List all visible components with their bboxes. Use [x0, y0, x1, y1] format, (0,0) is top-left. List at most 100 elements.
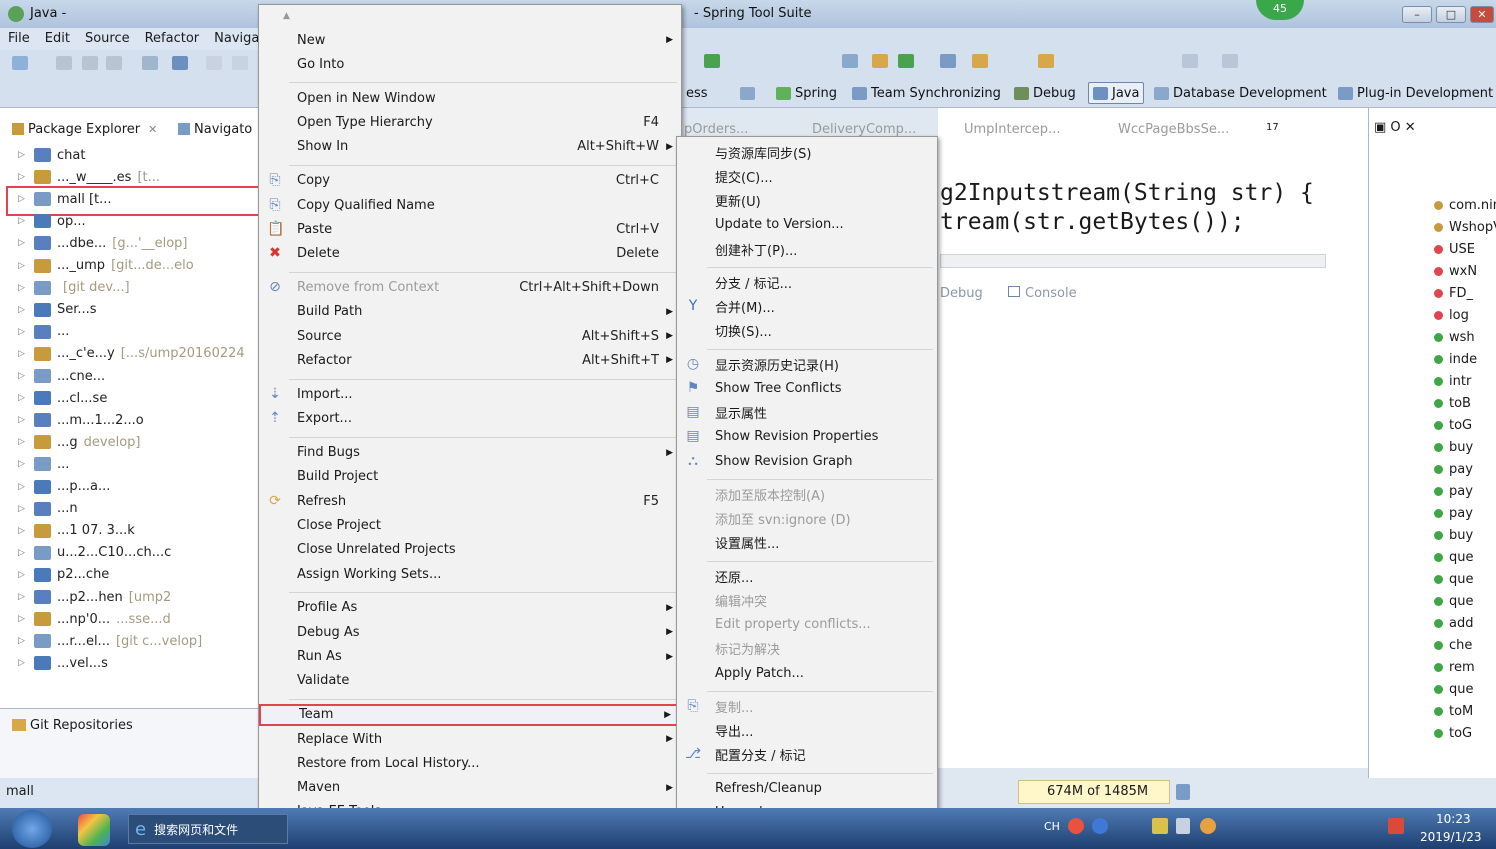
menu-item[interactable]: Y 合并(M)...	[677, 296, 937, 318]
menu-item[interactable]: Debug As ▶	[259, 621, 681, 643]
menu-item[interactable]: New ▶	[259, 29, 681, 51]
editor-tab-3[interactable]: UmpIntercep...	[964, 122, 1060, 137]
memory-indicator[interactable]: 674M of 1485M	[1018, 780, 1170, 804]
tray-security-icon[interactable]	[1388, 818, 1404, 834]
expand-arrow-icon[interactable]: ▷	[18, 393, 28, 403]
editor-tab-4[interactable]: WccPageBbsSe...	[1118, 122, 1229, 137]
expand-arrow-icon[interactable]: ▷	[18, 415, 28, 425]
menu-file[interactable]: File	[0, 28, 37, 50]
expand-arrow-icon[interactable]: ▷	[18, 371, 28, 381]
menu-item[interactable]: Update to Version...	[677, 214, 937, 236]
menu-item[interactable]: Show In Alt+Shift+W ▶	[259, 136, 681, 158]
expand-arrow-icon[interactable]: ▷	[18, 216, 28, 226]
bottom-tab-debug[interactable]: Debug	[940, 286, 983, 301]
menu-item[interactable]: 更新(U)	[677, 190, 937, 212]
forward-icon[interactable]	[1222, 54, 1238, 68]
outline-item[interactable]: buy	[1434, 440, 1473, 455]
expand-arrow-icon[interactable]: ▷	[18, 482, 28, 492]
outline-item[interactable]: toB	[1434, 396, 1471, 411]
editor-horizontal-scrollbar[interactable]	[940, 254, 1326, 268]
menu-item[interactable]: 设置属性...	[677, 532, 937, 554]
menu-item[interactable]: 与资源库同步(S)	[677, 141, 937, 163]
outline-item[interactable]: wxN	[1434, 264, 1477, 279]
expand-arrow-icon[interactable]: ▷	[18, 172, 28, 182]
outline-item[interactable]: USE	[1434, 242, 1475, 257]
outline-item[interactable]: rem	[1434, 660, 1475, 675]
search-toolbar-icon[interactable]	[940, 54, 956, 68]
outline-item[interactable]: log	[1434, 308, 1469, 323]
menu-item[interactable]: ⎘ Copy Ctrl+C	[259, 170, 681, 192]
close-button[interactable]: ✕	[1470, 6, 1494, 23]
tab-package-explorer[interactable]: Package Explorer ✕	[12, 118, 157, 140]
outline-item[interactable]: che	[1434, 638, 1472, 653]
skip-breakpoints-icon[interactable]	[172, 56, 188, 70]
annotation-icon[interactable]	[1038, 54, 1054, 68]
expand-arrow-icon[interactable]: ▷	[18, 592, 28, 602]
outline-item[interactable]: inde	[1434, 352, 1477, 367]
search-taskbar-box[interactable]: e 搜索网页和文件	[128, 814, 288, 844]
menu-refactor[interactable]: Refactor	[137, 28, 207, 50]
expand-arrow-icon[interactable]: ▷	[18, 349, 28, 359]
outline-item[interactable]: wsh	[1434, 330, 1475, 345]
menu-item[interactable]: Refactor Alt+Shift+T ▶	[259, 349, 681, 371]
open-perspective-button[interactable]	[740, 82, 755, 104]
menu-item[interactable]: ⚑ Show Tree Conflicts	[677, 377, 937, 399]
tree-item[interactable]: ▷ op...	[18, 210, 92, 232]
menu-item[interactable]: 导出...	[677, 720, 937, 742]
menu-item[interactable]: ◷ 显示资源历史记录(H)	[677, 353, 937, 375]
tree-item[interactable]: ▷ ..._ump [git...de...elo	[18, 255, 194, 277]
menu-item[interactable]: 创建补丁(P)...	[677, 238, 937, 260]
expand-arrow-icon[interactable]: ▷	[18, 459, 28, 469]
tree-item[interactable]: ▷ ...np'0... ...sse...d	[18, 608, 171, 630]
tree-item[interactable]: ▷ ...g develop]	[18, 431, 141, 453]
debug-run-icon[interactable]	[842, 54, 858, 68]
outline-item[interactable]: toG	[1434, 726, 1472, 741]
code-line-1[interactable]: g2Inputstream(String str) {	[940, 180, 1314, 206]
outline-item[interactable]: toG	[1434, 418, 1472, 433]
expand-arrow-icon[interactable]: ▷	[18, 548, 28, 558]
tree-item[interactable]: ▷ ...m...1...2...o	[18, 409, 150, 431]
tab-git-repositories[interactable]: Git Repositories	[12, 714, 133, 736]
tray-sogou-icon[interactable]	[1068, 818, 1084, 834]
menu-item[interactable]: 提交(C)...	[677, 165, 937, 187]
perspective-debug[interactable]: Debug	[1014, 82, 1076, 104]
menu-item[interactable]: Find Bugs ▶	[259, 442, 681, 464]
clock-time[interactable]: 10:23	[1436, 812, 1471, 826]
menu-item[interactable]: Open Type Hierarchy F4	[259, 112, 681, 134]
menu-item[interactable]: Edit property conflicts...	[677, 614, 937, 636]
save-icon[interactable]	[56, 56, 72, 70]
outline-item[interactable]: pay	[1434, 484, 1473, 499]
outline-item[interactable]: toM	[1434, 704, 1473, 719]
run-icon[interactable]	[704, 54, 720, 68]
menu-item[interactable]: Run As ▶	[259, 646, 681, 668]
resume-icon[interactable]	[206, 56, 222, 70]
menu-item[interactable]: 📋 Paste Ctrl+V	[259, 218, 681, 240]
tree-item[interactable]: ▷ ...vel...s	[18, 652, 114, 674]
open-type-icon[interactable]	[872, 54, 888, 68]
menu-item[interactable]: 标记为解决	[677, 638, 937, 660]
perspective-database[interactable]: Database Development	[1154, 82, 1327, 104]
menu-item[interactable]: Close Unrelated Projects	[259, 539, 681, 561]
outline-item[interactable]: pay	[1434, 462, 1473, 477]
expand-arrow-icon[interactable]: ▷	[18, 614, 28, 624]
tree-item[interactable]: ▷ p2...che	[18, 564, 115, 586]
menu-item[interactable]: ⎇ 配置分支 / 标记	[677, 744, 937, 766]
tree-item[interactable]: ▷ ...cne...	[18, 365, 111, 387]
new-icon[interactable]	[12, 56, 28, 70]
maximize-button[interactable]: □	[1436, 6, 1466, 23]
minimize-button[interactable]: –	[1402, 6, 1432, 23]
language-indicator[interactable]: CH	[1044, 820, 1060, 833]
outline-item[interactable]: WshopV	[1434, 220, 1496, 235]
outline-tab[interactable]: ▣ O ✕	[1374, 120, 1416, 135]
expand-arrow-icon[interactable]: ▷	[18, 261, 28, 271]
expand-arrow-icon[interactable]: ▷	[18, 327, 28, 337]
perspective-team-sync[interactable]: Team Synchronizing	[852, 82, 1001, 104]
outline-item[interactable]: com.nin	[1434, 198, 1496, 213]
close-tab-icon[interactable]: ✕	[148, 123, 157, 136]
tree-item[interactable]: ▷ ...p...a...	[18, 476, 116, 498]
task-icon[interactable]	[972, 54, 988, 68]
taskbar-app-icon[interactable]	[78, 814, 110, 846]
tree-item[interactable]: ▷ ...r...el... [git c...velop]	[18, 630, 202, 652]
menu-item[interactable]: ⇡ Export...	[259, 408, 681, 430]
outline-item[interactable]: add	[1434, 616, 1473, 631]
